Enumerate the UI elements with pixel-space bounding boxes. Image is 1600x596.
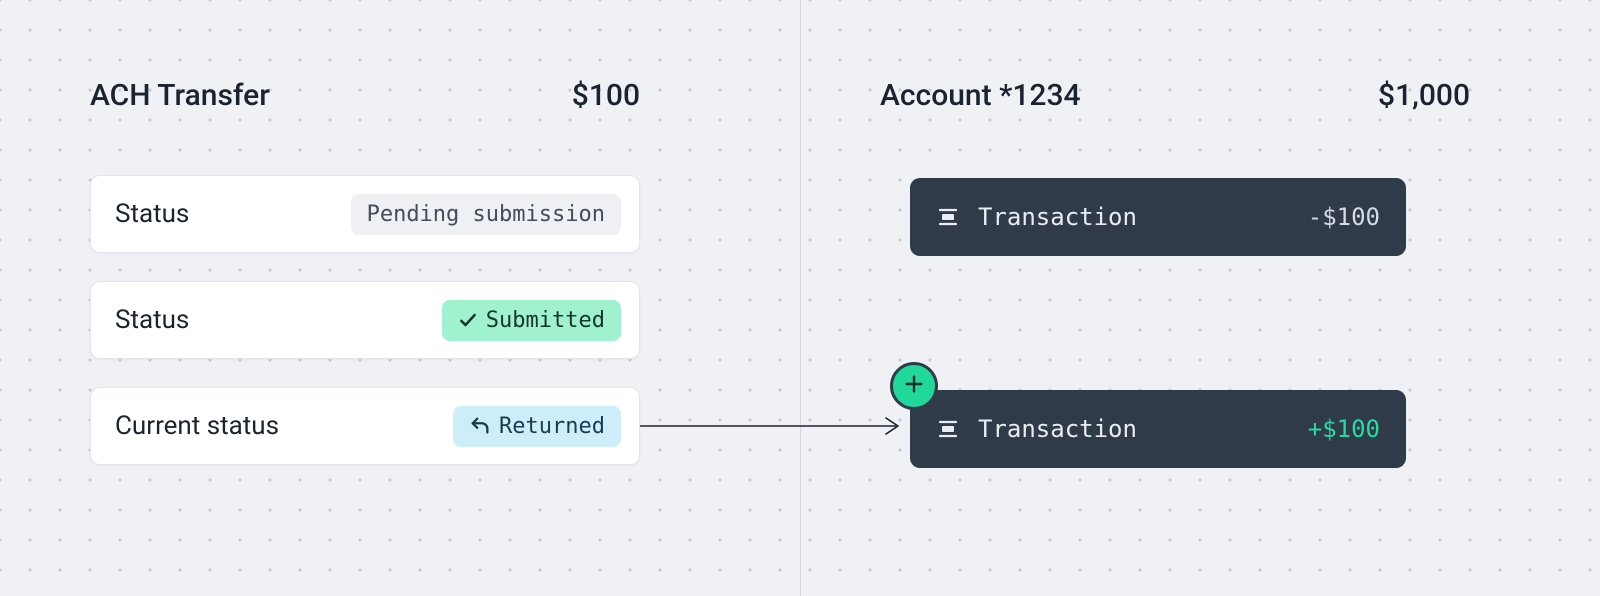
account-title: Account *1234: [880, 78, 1081, 113]
status-label: Current status: [115, 411, 279, 441]
transaction-label: Transaction: [978, 415, 1308, 443]
status-label: Status: [115, 305, 189, 335]
plus-badge: [890, 362, 938, 410]
badge-text: Pending submission: [367, 202, 605, 227]
transaction-row-debit: Transaction -$100: [910, 178, 1406, 256]
transaction-amount: -$100: [1308, 203, 1380, 231]
status-badge-pending: Pending submission: [351, 194, 621, 235]
transaction-label: Transaction: [978, 203, 1308, 231]
flow-arrow: [640, 414, 910, 438]
transaction-icon: [936, 417, 960, 441]
status-row-returned: Current status Returned: [90, 387, 640, 465]
check-icon: [458, 310, 478, 330]
account-balance: $1,000: [1378, 78, 1470, 113]
account-header: Account *1234 $1,000: [880, 78, 1470, 113]
transaction-row-credit: Transaction +$100: [910, 390, 1406, 468]
panel-divider: [800, 0, 801, 596]
transfer-amount: $100: [572, 78, 640, 113]
return-arrow-icon: [469, 415, 491, 437]
transfer-header: ACH Transfer $100: [90, 78, 640, 113]
status-row-pending: Status Pending submission: [90, 175, 640, 253]
transfer-title: ACH Transfer: [90, 78, 270, 113]
badge-text: Returned: [499, 414, 605, 439]
status-label: Status: [115, 199, 189, 229]
status-badge-returned: Returned: [453, 406, 621, 447]
transaction-icon: [936, 205, 960, 229]
badge-text: Submitted: [486, 308, 605, 333]
transaction-amount: +$100: [1308, 415, 1380, 443]
status-row-submitted: Status Submitted: [90, 281, 640, 359]
plus-icon: [903, 372, 925, 400]
status-badge-submitted: Submitted: [442, 300, 621, 341]
